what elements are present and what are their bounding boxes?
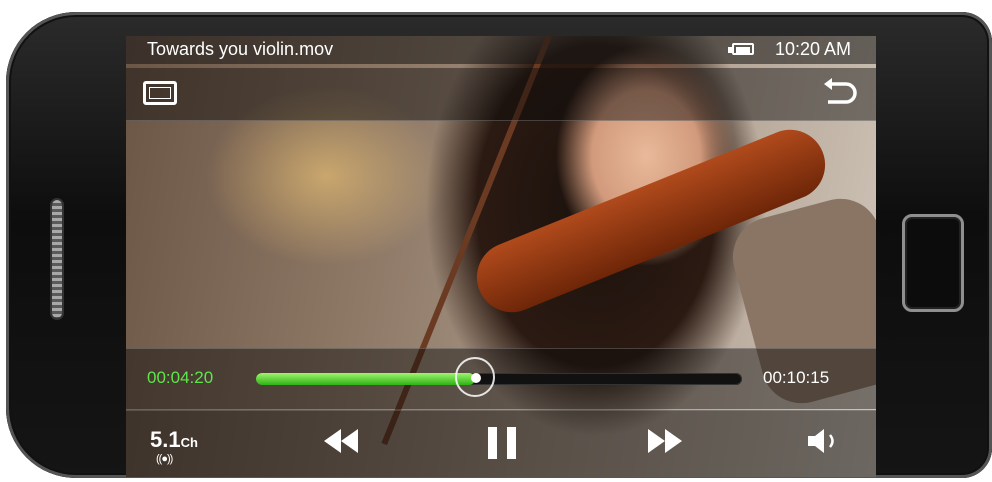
progress-track[interactable]	[256, 357, 742, 397]
status-bar: Towards you violin.mov 10:20 AM	[126, 36, 876, 64]
current-time: 00:04:20	[147, 368, 214, 387]
progress-fill	[256, 373, 475, 385]
home-button[interactable]	[902, 214, 964, 312]
progress-thumb[interactable]	[454, 357, 495, 397]
status-clock: 10:20 AM	[775, 39, 852, 59]
battery-icon	[728, 43, 754, 55]
total-time: 00:10:15	[763, 368, 830, 387]
audio-channel-button[interactable]: 5.1Ch ((●))	[150, 427, 198, 465]
screen-mode-icon[interactable]	[143, 81, 177, 105]
top-control-bar	[126, 68, 876, 121]
rewind-icon[interactable]	[322, 425, 360, 457]
video-file-name: Towards you violin.mov	[147, 39, 334, 59]
audio-channel-label: 5.1	[150, 427, 181, 452]
phone-frame: Towards you violin.mov 10:20 AM 00:04:20…	[0, 0, 992, 482]
fast-forward-icon[interactable]	[646, 425, 684, 457]
back-icon[interactable]	[822, 78, 858, 110]
audio-channel-suffix: Ch	[180, 435, 198, 450]
earpiece-speaker	[52, 200, 62, 318]
playback-controls: 5.1Ch ((●))	[126, 410, 876, 477]
volume-icon[interactable]	[806, 425, 846, 457]
surround-sound-icon: ((●))	[156, 453, 173, 465]
pause-icon[interactable]	[486, 425, 518, 461]
video-player-screen: Towards you violin.mov 10:20 AM 00:04:20…	[126, 36, 876, 477]
seek-bar-panel: 00:04:20 00:10:15	[126, 348, 876, 409]
